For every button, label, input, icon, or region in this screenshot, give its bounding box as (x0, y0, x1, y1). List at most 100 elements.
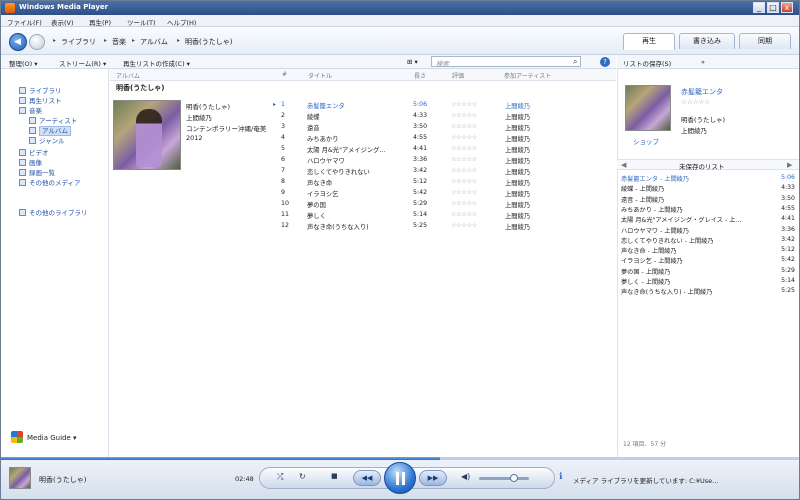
track-rating[interactable]: ☆☆☆☆☆ (451, 156, 477, 163)
play-pause-button[interactable] (384, 462, 416, 494)
previous-button[interactable]: ◀◀ (353, 470, 381, 486)
breadcrumb-current[interactable]: 明香(うたしゃ) (185, 37, 232, 47)
track-row[interactable]: 2 綾蝶 4:33 ☆☆☆☆☆ 上間綾乃 (273, 112, 616, 121)
list-pane-name[interactable]: 未保存のリスト (679, 161, 725, 171)
playlist-item[interactable]: ハロウヤマワ - 上間綾乃 3:36 (621, 226, 797, 235)
col-title[interactable]: タイトル (308, 71, 332, 80)
menu-view[interactable]: 表示(V) (51, 17, 74, 27)
menu-help[interactable]: ヘルプ(H) (167, 17, 196, 27)
track-row[interactable]: 1 赤髪籠エンタ 5:06 ☆☆☆☆☆ 上間綾乃 (273, 101, 616, 110)
media-guide-button[interactable]: Media Guide ▾ (11, 431, 77, 443)
track-rating[interactable]: ☆☆☆☆☆ (451, 123, 477, 130)
track-rating[interactable]: ☆☆☆☆☆ (451, 101, 477, 108)
playlist-item[interactable]: 声なき命(うちな入り) - 上間綾乃 5:25 (621, 287, 797, 296)
track-rating[interactable]: ☆☆☆☆☆ (451, 189, 477, 196)
album-art[interactable] (113, 100, 181, 170)
track-row[interactable]: 3 遠音 3:50 ☆☆☆☆☆ 上間綾乃 (273, 123, 616, 132)
search-icon[interactable]: ⌕ (573, 57, 577, 67)
track-row[interactable]: 7 恋しくてやりきれない 3:42 ☆☆☆☆☆ 上間綾乃 (273, 167, 616, 176)
track-row[interactable]: 6 ハロウヤマワ 3:36 ☆☆☆☆☆ 上間綾乃 (273, 156, 616, 165)
volume-knob[interactable] (510, 474, 518, 482)
nav-item[interactable]: 再生リスト (19, 95, 62, 105)
minimize-button[interactable]: _ (753, 2, 765, 13)
track-rating[interactable]: ☆☆☆☆☆ (451, 178, 477, 185)
menu-play[interactable]: 再生(P) (89, 17, 111, 27)
track-rating[interactable]: ☆☆☆☆☆ (451, 134, 477, 141)
breadcrumb-library[interactable]: ライブラリ (61, 37, 96, 47)
stop-icon[interactable]: ■ (331, 472, 338, 480)
col-album[interactable]: アルバム (116, 71, 140, 80)
track-row[interactable]: 5 太陽 月&光"アメイジング… 4:41 ☆☆☆☆☆ 上間綾乃 (273, 145, 616, 154)
now-playing-art[interactable] (625, 85, 671, 131)
album-artist: 上間綾乃 (186, 114, 212, 122)
playlist-item[interactable]: 恋しくてやりきれない - 上間綾乃 3:42 (621, 236, 797, 245)
nav-other-libraries[interactable]: その他のライブラリ (19, 207, 88, 217)
track-rating[interactable]: ☆☆☆☆☆ (451, 112, 477, 119)
nav-item[interactable]: ジャンル (29, 135, 65, 145)
help-icon[interactable]: ? (600, 57, 610, 67)
list-pane-rating[interactable]: ☆☆☆☆☆ (681, 98, 710, 106)
track-row[interactable]: 8 声なき命 5:12 ☆☆☆☆☆ 上間綾乃 (273, 178, 616, 187)
playlist-item[interactable]: 赤髪籠エンタ - 上間綾乃 5:06 (621, 174, 797, 183)
playlist-item[interactable]: みちあかり - 上間綾乃 4:55 (621, 205, 797, 214)
playlist-item[interactable]: 綾蝶 - 上間綾乃 4:33 (621, 184, 797, 193)
track-row[interactable]: 4 みちあかり 4:55 ☆☆☆☆☆ 上間綾乃 (273, 134, 616, 143)
repeat-icon[interactable]: ↻ (299, 472, 306, 481)
more-options-button[interactable]: » (701, 58, 705, 66)
list-forward-icon[interactable]: ▶ (787, 161, 792, 169)
nav-item[interactable]: 音楽 (19, 105, 42, 115)
nav-item[interactable]: 録画一覧 (19, 167, 55, 177)
back-button[interactable]: ◀ (9, 33, 27, 51)
track-row[interactable]: 11 夢しく 5:14 ☆☆☆☆☆ 上間綾乃 (273, 211, 616, 220)
volume-icon[interactable]: ◀) (461, 472, 470, 481)
tab-sync[interactable]: 同期 (739, 33, 791, 49)
seek-bar[interactable] (1, 457, 799, 460)
organize-menu[interactable]: 整理(O) ▾ (9, 58, 38, 68)
tab-burn[interactable]: 書き込み (679, 33, 735, 49)
track-rating[interactable]: ☆☆☆☆☆ (451, 145, 477, 152)
track-row[interactable]: 10 夢の国 5:29 ☆☆☆☆☆ 上間綾乃 (273, 200, 616, 209)
menu-file[interactable]: ファイル(F) (7, 17, 42, 27)
col-artist[interactable]: 参加アーティスト (504, 71, 551, 80)
volume-slider[interactable] (479, 477, 529, 480)
track-row[interactable]: 12 声なき命(うちな入り) 5:25 ☆☆☆☆☆ 上間綾乃 (273, 222, 616, 231)
list-back-icon[interactable]: ◀ (621, 161, 626, 169)
close-button[interactable]: x (781, 2, 793, 13)
nav-item[interactable]: アーティスト (29, 115, 77, 125)
track-rating[interactable]: ☆☆☆☆☆ (451, 167, 477, 174)
shop-link[interactable]: ショップ (633, 136, 659, 146)
view-options-button[interactable]: ⊞ ▾ (407, 58, 418, 66)
tab-play[interactable]: 再生 (623, 33, 675, 50)
track-row[interactable]: 9 イラヨシ乞 5:42 ☆☆☆☆☆ 上間綾乃 (273, 189, 616, 198)
playlist-item[interactable]: イラヨシ乞 - 上間綾乃 5:42 (621, 256, 797, 265)
menu-tools[interactable]: ツール(T) (127, 17, 156, 27)
now-playing-thumbnail[interactable] (9, 467, 31, 489)
breadcrumb-music[interactable]: 音楽 (112, 37, 126, 47)
track-rating[interactable]: ☆☆☆☆☆ (451, 222, 477, 229)
create-playlist-menu[interactable]: 再生リストの作成(C) ▾ (123, 58, 190, 68)
save-list-button[interactable]: リストの保存(S) (623, 58, 671, 68)
playlist-item[interactable]: 声なき命 - 上間綾乃 5:12 (621, 246, 797, 255)
maximize-button[interactable]: □ (767, 2, 779, 13)
shuffle-icon[interactable]: ⤮ (277, 472, 283, 482)
playlist-item[interactable]: 遠音 - 上間綾乃 3:50 (621, 195, 797, 204)
next-button[interactable]: ▶▶ (419, 470, 447, 486)
col-rating[interactable]: 評価 (452, 71, 464, 80)
nav-item[interactable]: その他のメディア (19, 177, 81, 187)
nav-item[interactable]: 画像 (19, 157, 42, 167)
list-pane-title[interactable]: 赤髪籠エンタ (681, 87, 723, 97)
forward-button[interactable] (29, 34, 45, 50)
stream-menu[interactable]: ストリーム(R) ▾ (59, 58, 106, 68)
col-number[interactable]: # (282, 71, 287, 78)
playlist-item[interactable]: 夢しく - 上間綾乃 5:14 (621, 277, 797, 286)
breadcrumb-album[interactable]: アルバム (140, 37, 168, 47)
nav-item[interactable]: ビデオ (19, 147, 49, 157)
nav-item[interactable]: アルバム (29, 125, 71, 136)
track-rating[interactable]: ☆☆☆☆☆ (451, 211, 477, 218)
playlist-item[interactable]: 夢の国 - 上間綾乃 5:29 (621, 267, 797, 276)
playlist-item[interactable]: 太陽 月&光"アメイジング・グレイス - 上… 4:41 (621, 215, 797, 224)
search-input[interactable]: 検索 (431, 56, 581, 68)
track-rating[interactable]: ☆☆☆☆☆ (451, 200, 477, 207)
nav-item[interactable]: ライブラリ (19, 85, 62, 95)
col-length[interactable]: 長さ (414, 71, 426, 80)
